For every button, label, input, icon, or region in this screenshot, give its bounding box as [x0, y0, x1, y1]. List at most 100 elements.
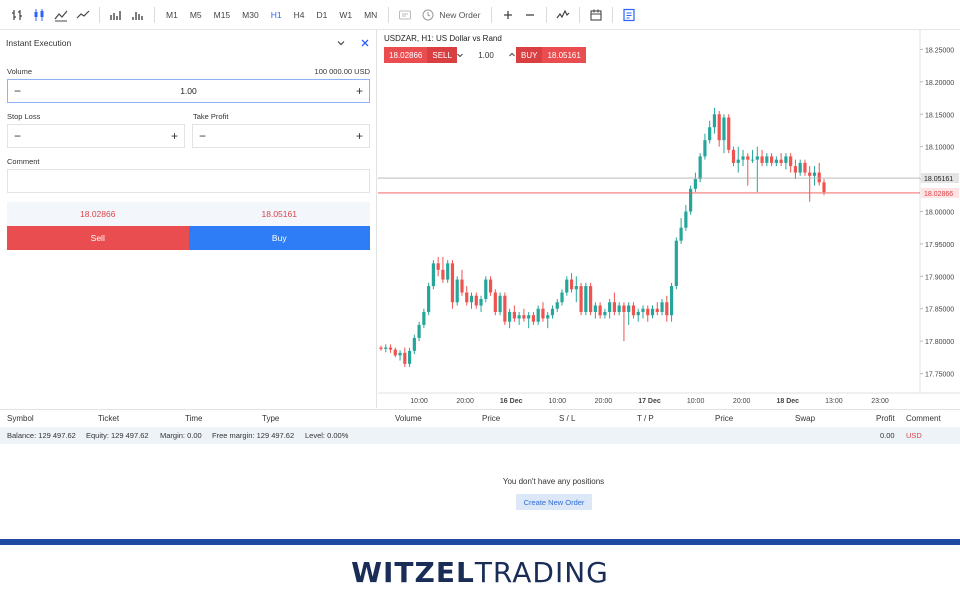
- new-order-button[interactable]: New Order: [416, 9, 486, 21]
- candle-body: [750, 159, 755, 161]
- chevron-down-icon[interactable]: [336, 38, 346, 48]
- volume-increase-button[interactable]: +: [356, 84, 363, 98]
- candle-body: [407, 350, 412, 364]
- close-icon[interactable]: [360, 38, 370, 48]
- candle-body: [727, 117, 731, 150]
- comment-label: Comment: [7, 157, 40, 166]
- account-currency[interactable]: USD: [906, 431, 922, 440]
- timeframe-h1[interactable]: H1: [265, 4, 288, 26]
- column-stop-loss[interactable]: S / L: [559, 414, 575, 423]
- candle-body: [698, 156, 702, 180]
- volume-stepper[interactable]: − 1.00 +: [7, 79, 370, 103]
- stop-loss-row-label: Stop Loss: [7, 112, 187, 121]
- chart-title: USDZAR, H1: US Dollar vs Rand: [384, 34, 502, 43]
- timeframe-m15[interactable]: M15: [208, 4, 237, 26]
- indicators-icon[interactable]: [552, 4, 574, 26]
- candle-body: [503, 295, 507, 322]
- chevron-down-icon[interactable]: [456, 51, 464, 59]
- comment-input[interactable]: [7, 169, 370, 193]
- tick-volume-icon[interactable]: [127, 4, 149, 26]
- column-comment[interactable]: Comment: [906, 414, 941, 423]
- quick-volume-value[interactable]: 1.00: [478, 51, 494, 60]
- timeframe-w1[interactable]: W1: [333, 4, 358, 26]
- stop-loss-decrease-button[interactable]: −: [14, 129, 21, 143]
- column-profit[interactable]: Profit: [876, 414, 895, 423]
- y-tick-label: 18.25000: [925, 47, 954, 54]
- candlestick-chart-icon[interactable]: [28, 4, 50, 26]
- candle-body: [765, 156, 769, 163]
- volume-input[interactable]: 1.00: [180, 86, 197, 96]
- buy-button[interactable]: Buy: [188, 226, 370, 250]
- column-current-price[interactable]: Price: [715, 414, 733, 423]
- equity-value: Equity: 129 497.62: [86, 431, 149, 440]
- x-tick-label: 18 Dec: [777, 398, 800, 405]
- zoom-out-icon[interactable]: [519, 4, 541, 26]
- order-panel-title: Instant Execution: [6, 38, 72, 48]
- quick-sell-button[interactable]: 18.02866 SELL: [384, 47, 457, 63]
- column-take-profit[interactable]: T / P: [637, 414, 654, 423]
- x-tick-label: 20:00: [595, 398, 613, 405]
- candle-body: [641, 308, 645, 312]
- price-chart[interactable]: 18.2500018.2000018.1500018.1000018.05000…: [378, 30, 960, 408]
- column-time[interactable]: Time: [185, 414, 202, 423]
- quick-buy-button[interactable]: BUY 18.05161: [516, 47, 586, 63]
- bar-chart-icon[interactable]: [6, 4, 28, 26]
- line-chart-icon[interactable]: [50, 4, 72, 26]
- sell-button[interactable]: Sell: [7, 226, 189, 250]
- stop-loss-increase-button[interactable]: +: [171, 129, 178, 143]
- chevron-up-icon[interactable]: [508, 51, 516, 59]
- column-symbol[interactable]: Symbol: [7, 414, 34, 423]
- positions-table-header: Symbol Ticket Time Type Volume Price S /…: [0, 409, 960, 427]
- candle-body: [488, 279, 493, 293]
- take-profit-stepper[interactable]: − +: [192, 124, 370, 148]
- take-profit-decrease-button[interactable]: −: [199, 129, 206, 143]
- candle-body: [746, 156, 750, 160]
- candle-body: [612, 302, 617, 312]
- one-click-trading-icon[interactable]: [394, 4, 416, 26]
- y-tick-label: 17.95000: [925, 242, 954, 249]
- candle-body: [803, 162, 807, 173]
- x-tick-label: 23:00: [871, 398, 889, 405]
- candle-body: [627, 305, 631, 312]
- calendar-icon[interactable]: [585, 4, 607, 26]
- timeframe-d1[interactable]: D1: [310, 4, 333, 26]
- stop-loss-stepper[interactable]: − +: [7, 124, 185, 148]
- candle-body: [427, 286, 431, 312]
- candle-body: [689, 188, 693, 212]
- candle-body: [436, 263, 440, 270]
- brand-footer: WITZEL TRADING: [0, 545, 960, 600]
- price-display: 18.02866 18.05161: [7, 202, 370, 226]
- timeframe-m1[interactable]: M1: [160, 4, 184, 26]
- column-price[interactable]: Price: [482, 414, 500, 423]
- column-ticket[interactable]: Ticket: [98, 414, 119, 423]
- candle-body: [565, 279, 569, 293]
- candle-body: [522, 315, 526, 319]
- volume-decrease-button[interactable]: −: [14, 84, 21, 98]
- volume-bars-icon[interactable]: [105, 4, 127, 26]
- area-chart-icon[interactable]: [72, 4, 94, 26]
- zoom-in-icon[interactable]: [497, 4, 519, 26]
- candle-body: [703, 140, 707, 157]
- timeframe-h4[interactable]: H4: [288, 4, 311, 26]
- take-profit-increase-button[interactable]: +: [356, 129, 363, 143]
- bid-price: 18.02866: [80, 209, 116, 219]
- column-swap[interactable]: Swap: [795, 414, 815, 423]
- chart-canvas[interactable]: 18.2500018.2000018.1500018.1000018.05000…: [378, 30, 960, 408]
- candle-body: [812, 172, 817, 176]
- candle-body: [817, 172, 821, 183]
- comment-row-label: Comment: [7, 157, 207, 166]
- ask-price: 18.05161: [261, 209, 297, 219]
- candle-body: [736, 159, 740, 163]
- quick-volume-stepper[interactable]: 1.00: [456, 47, 516, 63]
- create-new-order-button[interactable]: Create New Order: [516, 494, 592, 510]
- candle-body: [474, 295, 478, 306]
- timeframe-m5[interactable]: M5: [184, 4, 208, 26]
- timeframe-mn[interactable]: MN: [358, 4, 383, 26]
- candle-body: [398, 352, 402, 356]
- order-panel-icon[interactable]: [618, 4, 640, 26]
- column-type[interactable]: Type: [262, 414, 279, 423]
- column-volume[interactable]: Volume: [395, 414, 422, 423]
- timeframe-m30[interactable]: M30: [236, 4, 265, 26]
- candle-body: [646, 308, 650, 316]
- x-tick-label: 17 Dec: [638, 398, 661, 405]
